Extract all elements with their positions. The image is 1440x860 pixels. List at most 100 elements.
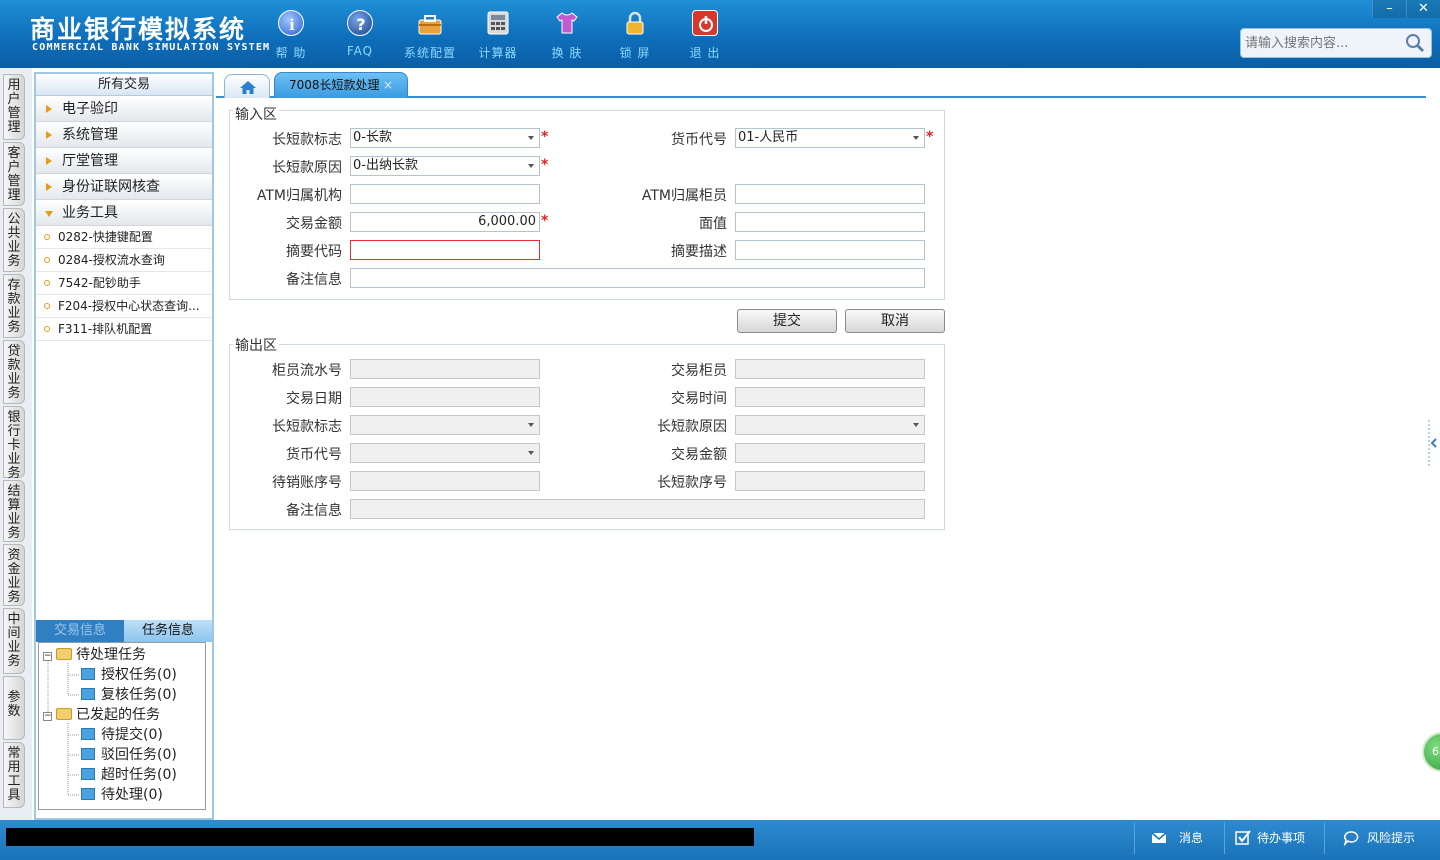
atm-teller-input[interactable]	[735, 184, 925, 204]
app-title: 商业银行模拟系统	[30, 15, 247, 44]
summary-code-input[interactable]	[350, 240, 540, 260]
system-config-button[interactable]: 系统配置	[395, 8, 465, 60]
submit-button[interactable]: 提交	[737, 309, 837, 333]
currency-select[interactable]: 01-人民币	[735, 128, 925, 148]
exit-button[interactable]: 退 出	[670, 8, 740, 60]
dropdown-arrow-icon	[528, 451, 534, 455]
ls-reason-label: 长短款原因	[272, 160, 342, 176]
home-tab[interactable]	[224, 74, 270, 98]
out-serial-label: 柜员流水号	[272, 363, 342, 379]
task-icon	[81, 688, 95, 700]
todo-button[interactable]: 待办事项	[1224, 822, 1324, 854]
menu-group-e-seal[interactable]: 电子验印	[36, 96, 212, 122]
out-date-field	[350, 387, 540, 407]
search-icon[interactable]	[1405, 33, 1425, 53]
tab-7008[interactable]: 7008长短款处理 ×	[274, 72, 408, 98]
expand-arrow-icon	[46, 131, 52, 139]
vtab-intermediary[interactable]: 中间业务	[3, 608, 25, 674]
tab-transaction-info[interactable]: 交易信息	[36, 620, 124, 642]
out-serial-field	[350, 359, 540, 379]
dropdown-arrow-icon	[528, 423, 534, 427]
summary-desc-input[interactable]	[735, 240, 925, 260]
calculator-button[interactable]: 计算器	[463, 8, 533, 60]
task-tree: − 待处理任务 授权任务(0) 复核任务(0) − 已发起的任务 待提交(0) 驳回…	[38, 642, 206, 810]
face-value-label: 面值	[699, 216, 727, 232]
face-value-input[interactable]	[735, 212, 925, 232]
toolbox-icon	[417, 10, 443, 36]
atm-org-input[interactable]	[350, 184, 540, 204]
ls-flag-select[interactable]: 0-长款	[350, 128, 540, 148]
required-mark: *	[541, 157, 549, 173]
dropdown-arrow-icon	[913, 423, 919, 427]
menu-group-id-verification[interactable]: 身份证联网核查	[36, 174, 212, 200]
tree-node-authorize[interactable]: 授权任务(0)	[81, 665, 177, 685]
vtab-settlement[interactable]: 结算业务	[3, 480, 25, 542]
vtab-user-management[interactable]: 用户管理	[3, 74, 25, 140]
lock-screen-button[interactable]: 锁 屏	[600, 8, 670, 60]
close-tab-icon[interactable]: ×	[383, 73, 393, 97]
menu-group-lobby-management[interactable]: 厅堂管理	[36, 148, 212, 174]
menu-item-f311[interactable]: F311-排队机配置	[36, 318, 212, 341]
collapse-toggle-icon[interactable]: −	[43, 652, 52, 661]
close-button[interactable]: ✕	[1406, 0, 1440, 18]
amount-input[interactable]: 6,000.00	[350, 212, 540, 232]
collapse-right-panel-icon[interactable]	[1426, 420, 1440, 466]
status-bar: 消息 待办事项 风险提示	[0, 820, 1440, 860]
tree-node-to-process[interactable]: 待处理(0)	[81, 785, 163, 805]
required-mark: *	[926, 129, 934, 145]
tree-node-pending[interactable]: − 待处理任务	[43, 645, 146, 665]
out-reason-label: 长短款原因	[657, 419, 727, 435]
help-button[interactable]: i 帮 助	[256, 8, 326, 60]
search-box	[1240, 28, 1432, 58]
task-icon	[81, 788, 95, 800]
task-icon	[81, 768, 95, 780]
vtab-loan[interactable]: 贷款业务	[3, 340, 25, 404]
menu-item-0282[interactable]: 0282-快捷键配置	[36, 226, 212, 249]
expand-arrow-icon	[46, 157, 52, 165]
menu-item-7542[interactable]: 7542-配钞助手	[36, 272, 212, 295]
faq-button[interactable]: ? FAQ	[325, 8, 395, 60]
ls-reason-select[interactable]: 0-出纳长款	[350, 156, 540, 176]
summary-desc-label: 摘要描述	[671, 244, 727, 260]
calculator-icon	[485, 10, 511, 36]
expand-arrow-icon	[46, 183, 52, 191]
vtab-parameters[interactable]: 参数	[3, 676, 25, 740]
tab-task-info[interactable]: 任务信息	[124, 620, 212, 642]
vtab-public-business[interactable]: 公共业务	[3, 208, 25, 272]
tree-node-timeout[interactable]: 超时任务(0)	[81, 765, 177, 785]
menu-item-0284[interactable]: 0284-授权流水查询	[36, 249, 212, 272]
tree-node-to-submit[interactable]: 待提交(0)	[81, 725, 163, 745]
out-currency-select	[350, 443, 540, 463]
out-ls-no-field	[735, 471, 925, 491]
risk-alert-button[interactable]: 风险提示	[1324, 822, 1434, 854]
tree-node-review[interactable]: 复核任务(0)	[81, 685, 177, 705]
menu-group-business-tools[interactable]: 业务工具	[36, 200, 212, 226]
out-remark-field	[350, 499, 925, 519]
shirt-icon	[554, 10, 580, 36]
tree-node-rejected[interactable]: 驳回任务(0)	[81, 745, 177, 765]
tree-node-initiated[interactable]: − 已发起的任务	[43, 705, 160, 725]
search-input[interactable]	[1245, 33, 1401, 53]
vtab-common-tools[interactable]: 常用工具	[3, 742, 25, 808]
minimize-button[interactable]: –	[1372, 0, 1406, 18]
menu-group-system-management[interactable]: 系统管理	[36, 122, 212, 148]
vtab-funds[interactable]: 资金业务	[3, 544, 25, 606]
menu-item-f204[interactable]: F204-授权中心状态查询...	[36, 295, 212, 318]
vtab-bank-card[interactable]: 银行卡业务	[3, 406, 25, 481]
out-pending-no-label: 待销账序号	[272, 475, 342, 491]
bullet-icon	[44, 257, 50, 263]
expand-arrow-icon	[46, 105, 52, 113]
messages-button[interactable]: 消息	[1134, 822, 1224, 854]
out-teller-label: 交易柜员	[671, 363, 727, 379]
vtab-deposit[interactable]: 存款业务	[3, 274, 25, 338]
out-time-field	[735, 387, 925, 407]
ls-flag-label: 长短款标志	[272, 132, 342, 148]
svg-text:i: i	[289, 16, 295, 34]
remark-input[interactable]	[350, 268, 925, 288]
collapse-toggle-icon[interactable]: −	[43, 712, 52, 721]
vtab-customer-management[interactable]: 客户管理	[3, 142, 25, 206]
out-flag-select	[350, 415, 540, 435]
transaction-panel: 所有交易 电子验印 系统管理 厅堂管理 身份证联网核查 业务工具 0282-快捷…	[34, 72, 214, 820]
change-skin-button[interactable]: 换 肤	[532, 8, 602, 60]
cancel-button[interactable]: 取消	[845, 309, 945, 333]
